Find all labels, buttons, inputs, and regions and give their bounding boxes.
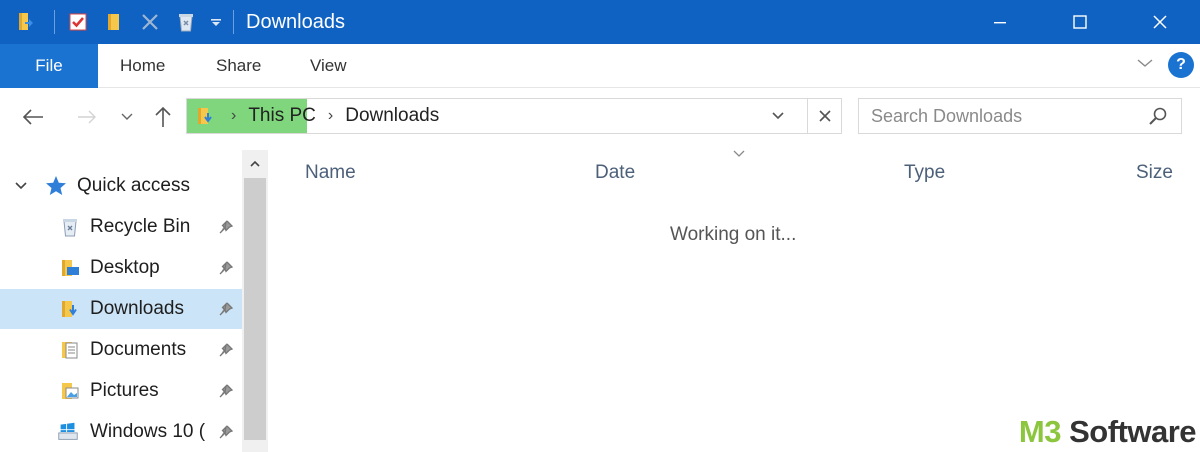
chevron-down-icon [772,112,784,120]
help-button[interactable]: ? [1168,52,1194,78]
nav-item-documents[interactable]: Documents [0,330,242,370]
customize-dropdown-icon[interactable] [209,9,223,35]
tab-view[interactable]: View [310,44,347,88]
maximize-button[interactable] [1040,0,1120,44]
breadcrumb: › This PC › Downloads [187,99,439,133]
pin-icon[interactable] [216,340,236,360]
nav-item-desktop[interactable]: Desktop [0,248,242,288]
search-box[interactable] [858,98,1182,134]
star-icon [44,174,68,198]
minimize-button[interactable] [960,0,1040,44]
file-list: Name Date Type Size Working on it... [270,150,1200,452]
nav-item-label: Windows 10 ( [90,421,206,442]
sort-chevron-icon [732,146,746,164]
navigation-pane: Quick access Recycle Bin Desktop Downloa… [0,150,270,452]
nav-item-label: Pictures [90,380,159,401]
nav-item-downloads[interactable]: Downloads [0,289,242,329]
drive-icon [56,420,80,444]
pin-icon[interactable] [216,258,236,278]
tab-file[interactable]: File [0,44,98,88]
downloads-folder-icon [195,105,217,127]
tab-home[interactable]: Home [120,44,165,88]
forward-arrow-icon [78,110,96,124]
ribbon-tabs: File Home Share View ? [0,44,1200,88]
folder-icon[interactable] [14,9,40,35]
scroll-thumb[interactable] [244,178,266,440]
recycle-bin-icon [58,215,82,239]
nav-item-label: Desktop [90,257,160,278]
breadcrumb-this-pc[interactable]: This PC [248,105,316,127]
maximize-icon [1073,15,1087,29]
forward-button[interactable] [72,102,102,132]
up-arrow-icon [155,106,171,127]
pictures-icon [58,379,82,403]
search-icon[interactable] [1147,105,1169,132]
quick-access-label: Quick access [77,175,190,196]
back-button[interactable] [18,102,48,132]
nav-item-windows-10-drive[interactable]: Windows 10 ( [0,412,242,452]
quick-access-group[interactable]: Quick access [0,166,242,206]
close-icon [818,110,831,122]
recent-locations-button[interactable] [112,102,142,132]
nav-item-label: Documents [90,339,187,360]
quick-access-toolbar [0,0,244,44]
nav-item-pictures[interactable]: Pictures [0,371,242,411]
window-title: Downloads [246,10,345,33]
back-arrow-icon [22,109,43,125]
tab-share[interactable]: Share [216,44,261,88]
new-folder-icon[interactable] [101,9,127,35]
documents-icon [58,338,82,362]
address-history-dropdown[interactable] [761,99,795,133]
close-icon [1153,15,1167,29]
breadcrumb-separator-icon[interactable]: › [231,107,236,125]
status-message: Working on it... [670,224,797,245]
search-input[interactable] [871,103,1141,129]
toolbar-separator [54,10,55,34]
breadcrumb-downloads[interactable]: Downloads [345,105,439,127]
watermark-part-2: Software [1060,414,1196,449]
watermark-logo: M3 Software [1018,414,1197,450]
nav-item-label: Recycle Bin [90,216,191,237]
ribbon-right-controls: ? [1136,52,1194,78]
breadcrumb-separator-icon[interactable]: › [328,107,333,125]
column-header-type[interactable]: Type [904,162,945,184]
chevron-down-icon [121,113,133,120]
scroll-up-button[interactable] [242,150,268,178]
nav-item-recycle-bin[interactable]: Recycle Bin [0,207,242,247]
stop-loading-button[interactable] [807,99,841,133]
nav-pane-scrollbar[interactable] [242,150,268,452]
delete-x-icon[interactable] [137,9,163,35]
properties-check-icon[interactable] [65,9,91,35]
pin-icon[interactable] [216,381,236,401]
pin-icon[interactable] [216,217,236,237]
downloads-folder-icon [58,297,82,321]
title-bar: Downloads [0,0,1200,44]
watermark-part-1: M3 [1018,414,1062,449]
minimize-icon [994,22,1006,24]
pin-icon[interactable] [216,422,236,442]
address-bar[interactable]: › This PC › Downloads [186,98,842,134]
pin-icon[interactable] [216,299,236,319]
toolbar-separator [233,10,234,34]
up-button[interactable] [148,102,178,132]
column-header-date[interactable]: Date [595,162,635,184]
desktop-folder-icon [58,256,82,280]
column-header-name[interactable]: Name [305,162,356,184]
close-button[interactable] [1120,0,1200,44]
expand-ribbon-chevron-icon[interactable] [1136,56,1154,74]
chevron-up-icon [250,160,260,167]
column-header-size[interactable]: Size [1136,162,1173,184]
collapse-chevron-icon[interactable] [10,175,32,197]
recycle-bin-icon[interactable] [173,9,199,35]
nav-item-label: Downloads [90,298,184,319]
navigation-row: › This PC › Downloads [0,88,1200,144]
window-controls [960,0,1200,44]
